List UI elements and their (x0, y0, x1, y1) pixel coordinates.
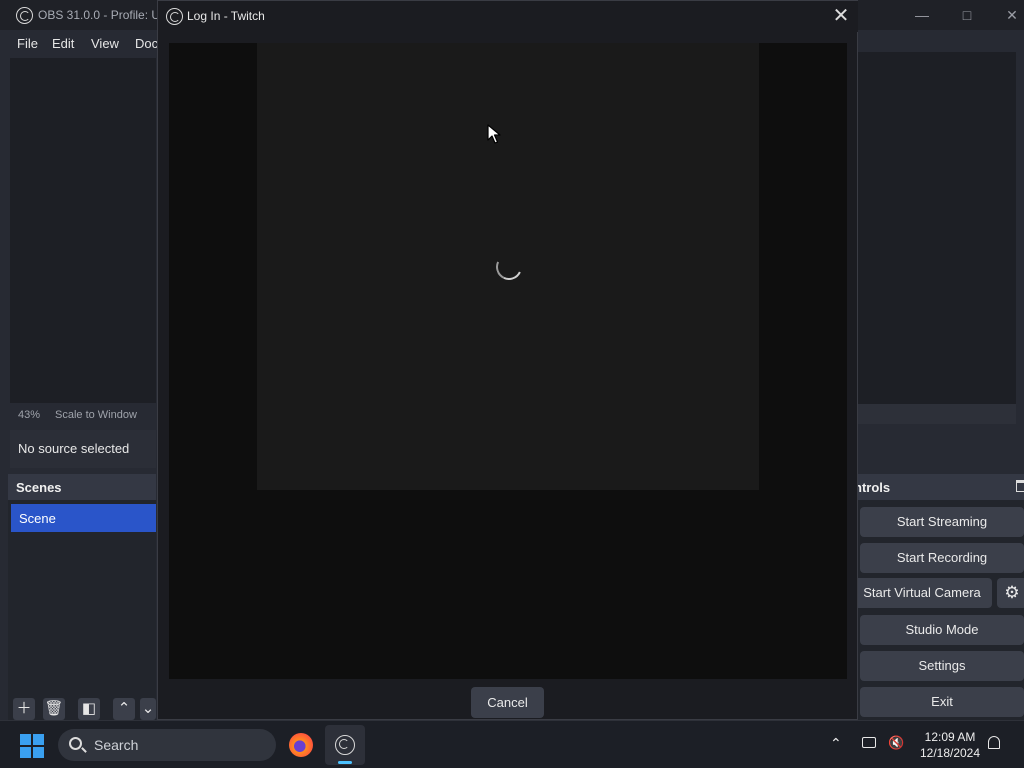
dock-float-icon[interactable] (1016, 480, 1024, 492)
remove-scene-icon[interactable]: 🗑 (43, 698, 65, 720)
menu-view[interactable]: View (91, 36, 119, 51)
obs-taskbar-logo-icon (335, 735, 355, 755)
add-scene-icon[interactable]: ＋ (13, 698, 35, 720)
filter-icon[interactable]: ◧ (78, 698, 100, 720)
tray-overflow-chevron-icon[interactable]: ⌃ (830, 735, 842, 752)
menu-docks[interactable]: Doc (135, 36, 158, 51)
windows-start-icon[interactable] (20, 734, 44, 758)
obs-taskbar-button[interactable] (325, 725, 365, 765)
obs-menubar: File Edit View Doc (0, 30, 160, 58)
scenes-dock: Scenes Scene ＋ 🗑 ◧ ⌃ ⌄ (8, 474, 156, 720)
studio-mode-button[interactable]: Studio Mode (860, 615, 1024, 645)
clock-date: 12/18/2024 (919, 746, 981, 760)
active-app-indicator (338, 761, 352, 764)
search-label: Search (94, 737, 139, 753)
move-up-icon[interactable]: ⌃ (113, 698, 135, 720)
obs-logo-icon (16, 7, 33, 24)
scenes-header: Scenes (8, 474, 156, 500)
controls-dock: ntrols Start Streaming Start Recording S… (852, 474, 1024, 720)
menu-edit[interactable]: Edit (52, 36, 74, 51)
volume-muted-icon[interactable]: 🔇 (888, 735, 904, 751)
firefox-icon[interactable] (289, 733, 313, 757)
preview-canvas-right[interactable] (858, 52, 1016, 404)
menu-file[interactable]: File (17, 36, 38, 51)
move-down-icon[interactable]: ⌄ (140, 698, 156, 720)
dialog-obs-logo-icon (166, 8, 183, 25)
preview-scroll-strip (858, 404, 1016, 424)
taskbar-search-box[interactable]: Search (58, 729, 276, 761)
network-icon[interactable] (862, 737, 876, 748)
taskbar: Search ⌃ 🔇 12:09 AM 12/18/2024 (0, 720, 1024, 768)
scenes-title: Scenes (16, 480, 62, 495)
close-icon[interactable]: ✕ (826, 4, 856, 30)
settings-button[interactable]: Settings (860, 651, 1024, 681)
clock-time: 12:09 AM (924, 730, 976, 744)
minimize-icon[interactable]: — (907, 4, 937, 26)
start-recording-button[interactable]: Start Recording (860, 543, 1024, 573)
close-window-icon[interactable]: ✕ (997, 4, 1024, 26)
start-streaming-button[interactable]: Start Streaming (860, 507, 1024, 537)
scene-label: Scene (19, 511, 56, 526)
controls-header: ntrols (852, 474, 1024, 500)
exit-button[interactable]: Exit (860, 687, 1024, 717)
obs-window-title: OBS 31.0.0 - Profile: Ur (38, 8, 165, 22)
preview-canvas[interactable] (10, 58, 156, 403)
taskbar-clock[interactable]: 12:09 AM 12/18/2024 (914, 729, 986, 761)
dialog-titlebar: Log In - Twitch ✕ (158, 1, 858, 32)
browser-view[interactable] (169, 43, 847, 679)
no-source-label: No source selected (18, 441, 130, 456)
login-page-panel[interactable] (257, 43, 759, 490)
maximize-icon[interactable]: □ (952, 4, 982, 26)
mouse-cursor-icon (487, 124, 501, 144)
controls-title: ntrols (854, 480, 891, 495)
login-dialog: Log In - Twitch ✕ Cancel (157, 0, 858, 720)
source-toolbar: No source selected (10, 430, 156, 468)
scenes-toolbar: ＋ 🗑 ◧ ⌃ ⌄ (8, 696, 156, 720)
start-virtual-camera-button[interactable]: Start Virtual Camera (852, 578, 992, 608)
zoom-mode[interactable]: Scale to Window (55, 409, 137, 421)
cancel-button[interactable]: Cancel (471, 687, 544, 718)
notification-bell-icon[interactable] (988, 736, 1000, 749)
preview-zoom-bar: 43% Scale to Window (10, 404, 156, 426)
scene-list-item[interactable]: Scene (11, 504, 156, 532)
zoom-percentage[interactable]: 43% (18, 409, 40, 421)
dialog-title: Log In - Twitch (187, 9, 265, 23)
virtual-camera-settings-gear-icon[interactable]: ⚙ (997, 578, 1024, 608)
search-icon (69, 737, 82, 750)
loading-spinner-icon (492, 250, 526, 284)
